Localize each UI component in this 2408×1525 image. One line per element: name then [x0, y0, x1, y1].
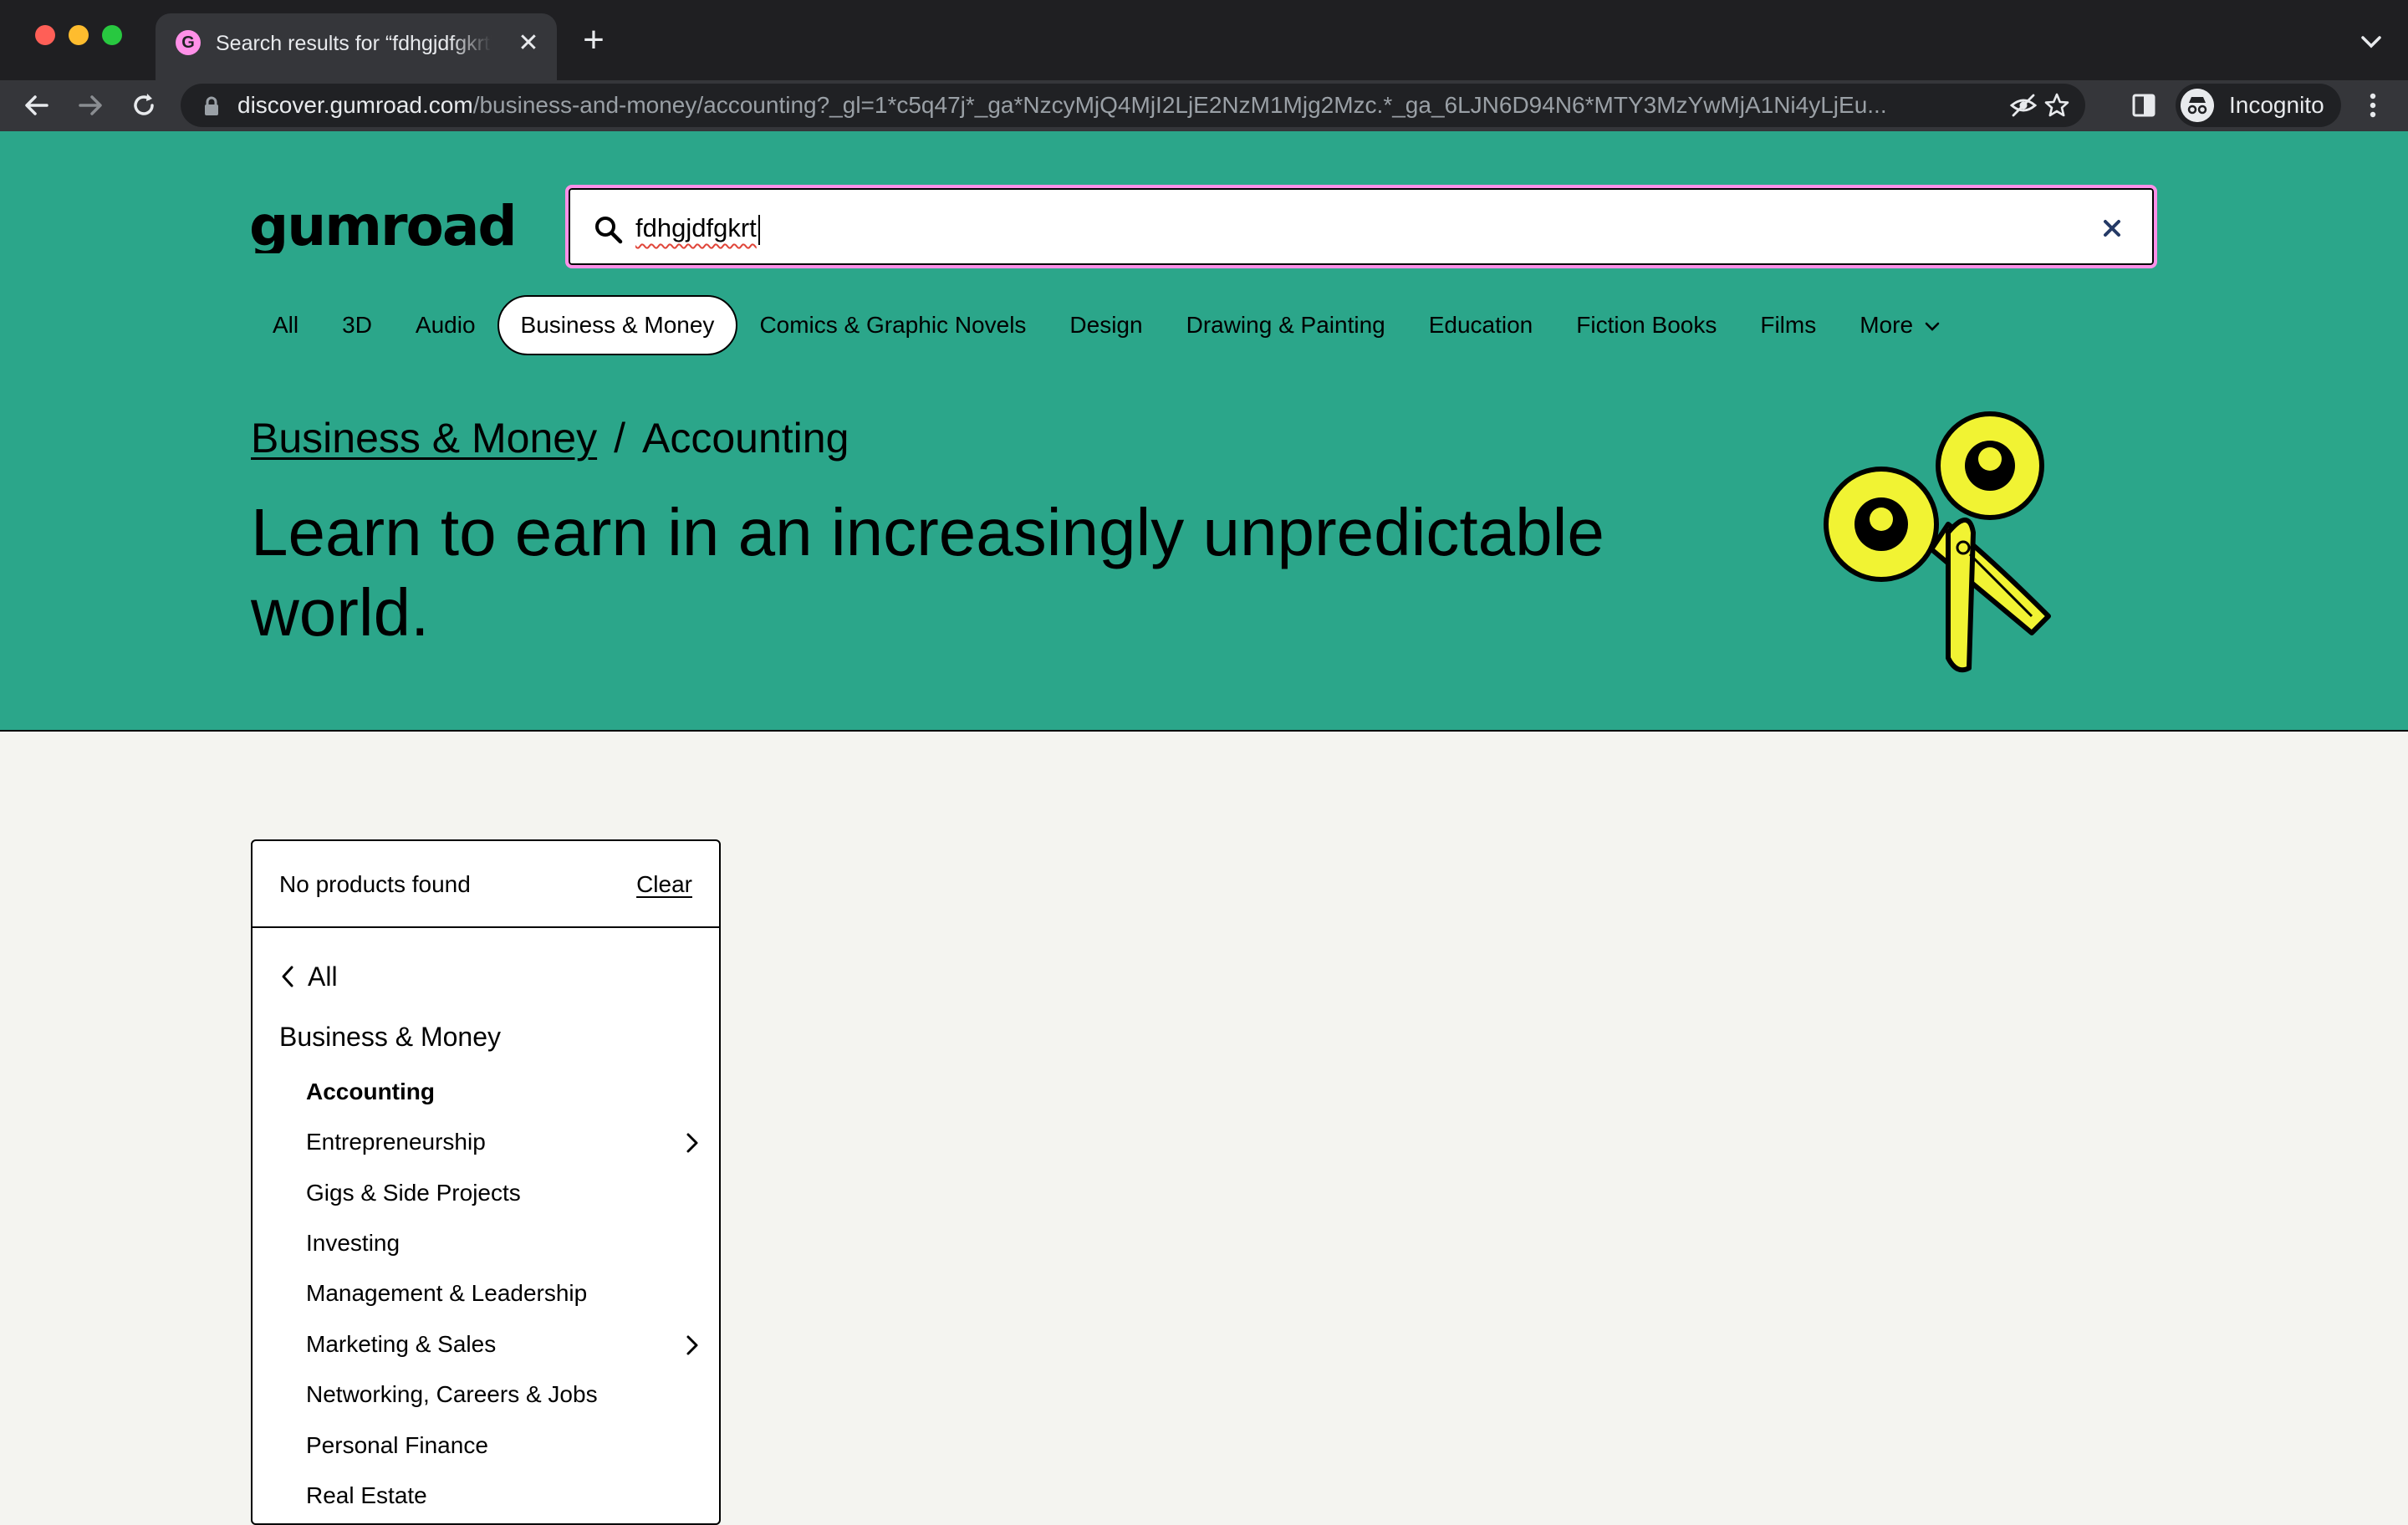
subcategory-label: Investing — [306, 1230, 400, 1256]
subcategory-gigs-side-projects[interactable]: Gigs & Side Projects — [306, 1176, 699, 1210]
back-label: All — [308, 961, 338, 992]
minimize-window-button[interactable] — [69, 25, 89, 45]
breadcrumb-current: Accounting — [642, 415, 849, 462]
url-host: discover.gumroad.com — [237, 92, 473, 118]
category-nav: All 3D Audio Business & Money Comics & G… — [249, 295, 1962, 355]
category-tab-business-money[interactable]: Business & Money — [497, 295, 738, 355]
subcategory-label: Personal Finance — [306, 1432, 488, 1458]
clear-search-x-icon[interactable] — [2095, 212, 2129, 245]
category-tab-3d[interactable]: 3D — [320, 295, 394, 355]
breadcrumb-business-money-link[interactable]: Business & Money — [251, 415, 597, 462]
category-tab-design[interactable]: Design — [1048, 295, 1164, 355]
category-tab-drawing-painting[interactable]: Drawing & Painting — [1165, 295, 1407, 355]
bookmark-star-icon[interactable] — [2042, 90, 2072, 120]
browser-chrome: G Search results for “fdhgjdfgkrt” ✕ + d… — [0, 0, 2408, 131]
scissors-illustration — [1824, 411, 2051, 673]
tab-close-icon[interactable]: ✕ — [513, 28, 543, 59]
url-path: /business-and-money/accounting?_gl=1*c5q… — [472, 92, 1887, 118]
logo-text: gumroad — [249, 200, 516, 253]
search-box[interactable]: fdhgjdfgkrt — [565, 185, 2157, 268]
tab-strip: G Search results for “fdhgjdfgkrt” ✕ + — [0, 0, 2408, 80]
gumroad-logo[interactable]: gumroad — [249, 200, 540, 253]
filter-panel: No products found Clear All Business & M… — [251, 839, 721, 1525]
category-tab-films[interactable]: Films — [1738, 295, 1838, 355]
category-tab-comics[interactable]: Comics & Graphic Novels — [737, 295, 1048, 355]
subcategory-label: Accounting — [306, 1079, 435, 1104]
reload-icon[interactable] — [125, 87, 162, 124]
subcategory-real-estate[interactable]: Real Estate — [306, 1479, 699, 1512]
chevron-right-icon — [686, 1335, 698, 1355]
subcategory-label: Networking, Careers & Jobs — [306, 1381, 598, 1407]
subcategory-label: Marketing & Sales — [306, 1331, 497, 1357]
subcategory-label: Management & Leadership — [306, 1280, 588, 1306]
discover-header: gumroad fdhgjdfgkrt All 3D Audio Busines… — [0, 131, 2408, 732]
search-icon — [595, 217, 623, 244]
lock-icon[interactable] — [202, 95, 221, 117]
browser-tab-active[interactable]: G Search results for “fdhgjdfgkrt” ✕ — [156, 13, 557, 80]
subcategory-personal-finance[interactable]: Personal Finance — [306, 1429, 699, 1462]
subcategory-label: Gigs & Side Projects — [306, 1180, 521, 1206]
clear-filters-link[interactable]: Clear — [636, 841, 692, 928]
filter-panel-header: No products found Clear — [253, 841, 719, 928]
category-more-dropdown[interactable]: More — [1838, 295, 1962, 355]
forward-arrow-icon[interactable] — [72, 87, 109, 124]
search-input[interactable]: fdhgjdfgkrt — [635, 210, 760, 247]
chevron-left-icon — [282, 966, 293, 987]
category-tab-audio[interactable]: Audio — [394, 295, 497, 355]
page-headline: Learn to earn in an increasingly unpredi… — [251, 495, 1604, 650]
browser-menu-icon[interactable] — [2354, 87, 2391, 124]
side-panel-icon[interactable] — [2125, 87, 2162, 124]
tracking-protection-eye-off-icon[interactable] — [2008, 90, 2038, 120]
tab-title: Search results for “fdhgjdfgkrt” — [216, 32, 492, 55]
incognito-icon — [2181, 89, 2214, 122]
category-tab-all[interactable]: All — [249, 295, 320, 355]
incognito-label: Incognito — [2229, 92, 2324, 118]
address-bar[interactable]: discover.gumroad.com/business-and-money/… — [181, 84, 2085, 127]
category-tab-fiction-books[interactable]: Fiction Books — [1554, 295, 1738, 355]
category-tab-education[interactable]: Education — [1407, 295, 1555, 355]
subcategory-marketing-sales[interactable]: Marketing & Sales — [306, 1328, 699, 1361]
results-status: No products found — [279, 871, 471, 897]
chevron-right-icon — [686, 1133, 698, 1153]
breadcrumb-separator: / — [614, 415, 625, 462]
tab-search-chevron-icon[interactable] — [2354, 25, 2388, 59]
text-caret — [758, 214, 760, 245]
parent-category-link[interactable]: Business & Money — [279, 1022, 501, 1053]
new-tab-plus-icon[interactable]: + — [575, 22, 612, 60]
subcategory-label: Real Estate — [306, 1482, 427, 1508]
more-label: More — [1860, 312, 1914, 338]
search-input-value: fdhgjdfgkrt — [635, 213, 757, 242]
back-to-all-link[interactable]: All — [279, 961, 338, 992]
incognito-profile-button[interactable]: Incognito — [2176, 84, 2341, 127]
subcategory-networking-careers-jobs[interactable]: Networking, Careers & Jobs — [306, 1378, 699, 1411]
subcategory-label: Entrepreneurship — [306, 1129, 486, 1155]
close-window-button[interactable] — [35, 25, 55, 45]
subcategory-management-leadership[interactable]: Management & Leadership — [306, 1277, 699, 1310]
maximize-window-button[interactable] — [102, 25, 122, 45]
gumroad-favicon-icon: G — [176, 30, 201, 55]
browser-toolbar: discover.gumroad.com/business-and-money/… — [0, 80, 2408, 131]
breadcrumb: Business & Money / Accounting — [251, 414, 849, 462]
subcategory-entrepreneurship[interactable]: Entrepreneurship — [306, 1125, 699, 1159]
subcategory-accounting[interactable]: Accounting — [306, 1075, 699, 1109]
url-text[interactable]: discover.gumroad.com/business-and-money/… — [237, 84, 1985, 127]
back-arrow-icon[interactable] — [18, 87, 55, 124]
subcategory-investing[interactable]: Investing — [306, 1227, 699, 1260]
chevron-down-icon — [1925, 322, 1940, 331]
